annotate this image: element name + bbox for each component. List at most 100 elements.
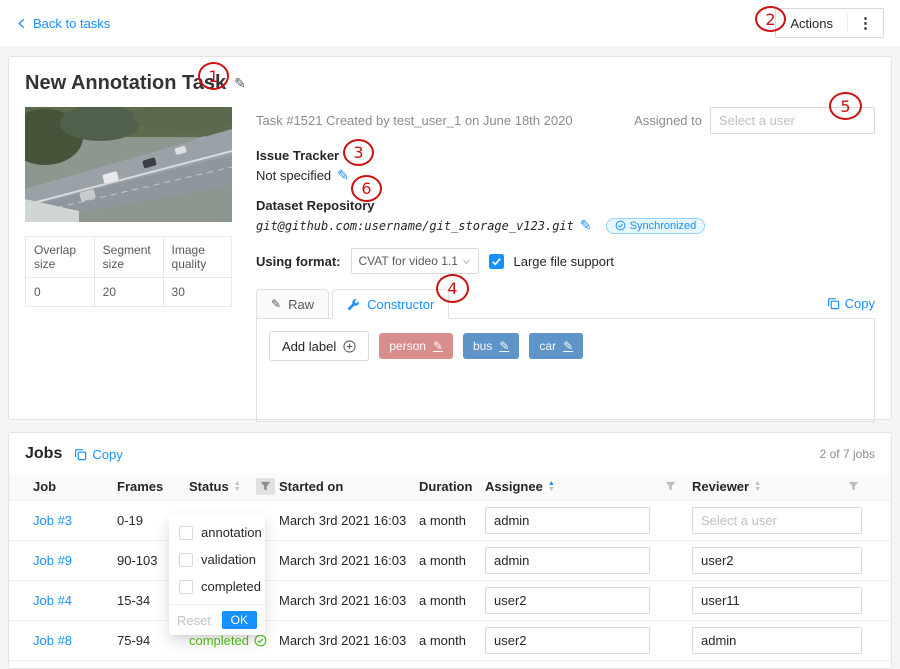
sync-badge-label: Synchronized xyxy=(630,220,697,232)
jobs-card: Jobs Copy 2 of 7 jobs Job Frames Status … xyxy=(8,432,892,669)
task-detail-card: New Annotation Task ✎ xyxy=(8,56,892,420)
job-reviewer-input[interactable] xyxy=(692,547,862,574)
column-header-started: Started on xyxy=(279,479,419,494)
large-file-label: Large file support xyxy=(514,254,614,269)
job-reviewer-input[interactable] xyxy=(692,587,862,614)
edit-title-icon[interactable]: ✎ xyxy=(234,75,246,92)
column-header-frames: Frames xyxy=(117,479,189,494)
tab-raw[interactable]: ✎ Raw xyxy=(256,289,329,319)
edit-label-icon[interactable]: ✎ xyxy=(563,339,573,353)
plus-circle-icon xyxy=(343,340,356,353)
job-started: March 3rd 2021 16:03 xyxy=(279,553,419,568)
status-filter-icon[interactable] xyxy=(256,478,275,495)
edit-repository-icon[interactable]: ✎ xyxy=(580,217,592,234)
tab-raw-label: Raw xyxy=(288,297,314,312)
job-link[interactable]: Job #4 xyxy=(33,593,72,608)
label-chip-name: car xyxy=(539,339,556,353)
param-header-segment: Segment size xyxy=(94,237,163,278)
job-duration: a month xyxy=(419,513,485,528)
job-link[interactable]: Job #8 xyxy=(33,633,72,648)
wrench-icon xyxy=(347,298,360,311)
using-format-label: Using format: xyxy=(256,254,341,269)
task-meta: Task #1521 Created by test_user_1 on Jun… xyxy=(256,113,573,128)
param-header-overlap: Overlap size xyxy=(26,237,95,278)
job-started: March 3rd 2021 16:03 xyxy=(279,633,419,648)
job-assignee-input[interactable] xyxy=(485,547,650,574)
filter-reset-button[interactable]: Reset xyxy=(177,613,211,628)
actions-label: Actions xyxy=(776,16,847,31)
sort-icon[interactable]: ▲▼ xyxy=(234,481,241,493)
format-selected-value: CVAT for video 1.1 xyxy=(359,254,458,268)
status-filter-dropdown: annotation validation completed Reset OK xyxy=(169,515,265,635)
actions-button[interactable]: Actions ⋮ xyxy=(775,8,884,38)
param-value-segment: 20 xyxy=(94,278,163,307)
job-link[interactable]: Job #3 xyxy=(33,513,72,528)
job-started: March 3rd 2021 16:03 xyxy=(279,513,419,528)
assigned-to-label: Assigned to xyxy=(634,113,702,128)
column-header-assignee[interactable]: Assignee ▲▼ xyxy=(485,478,692,495)
large-file-checkbox[interactable] xyxy=(489,254,504,269)
jobs-copy-button[interactable]: Copy xyxy=(74,447,122,462)
format-select[interactable]: CVAT for video 1.1 xyxy=(351,248,479,274)
column-header-status[interactable]: Status ▲▼ xyxy=(189,478,279,495)
tab-constructor[interactable]: Constructor xyxy=(332,289,449,319)
status-text: completed xyxy=(189,633,249,648)
column-header-duration: Duration xyxy=(419,479,485,494)
job-row: Job #4 15-34 March 3rd 2021 16:03 a mont… xyxy=(9,581,891,621)
edit-label-icon[interactable]: ✎ xyxy=(433,339,443,353)
job-status: completed xyxy=(189,633,267,648)
labels-copy-button[interactable]: Copy xyxy=(827,296,875,311)
jobs-table-header: Job Frames Status ▲▼ Started on Duration… xyxy=(9,473,891,501)
job-duration: a month xyxy=(419,593,485,608)
filter-option-completed[interactable]: completed xyxy=(169,573,265,600)
label-chip-person[interactable]: person ✎ xyxy=(379,333,453,359)
job-frames: 75-94 xyxy=(117,633,189,648)
filter-option-validation[interactable]: validation xyxy=(169,546,265,573)
label-chip-car[interactable]: car ✎ xyxy=(529,333,583,359)
label-chip-name: bus xyxy=(473,339,492,353)
column-header-reviewer[interactable]: Reviewer ▲▼ xyxy=(692,478,875,495)
copy-label: Copy xyxy=(845,296,875,311)
job-reviewer-input[interactable] xyxy=(692,627,862,654)
checkbox-unchecked[interactable] xyxy=(179,580,193,594)
filter-ok-button[interactable]: OK xyxy=(222,611,257,629)
tab-constructor-label: Constructor xyxy=(367,297,434,312)
more-dots-icon[interactable]: ⋮ xyxy=(847,14,883,32)
edit-issue-tracker-icon[interactable]: ✎ xyxy=(337,167,349,184)
job-assignee-input[interactable] xyxy=(485,507,650,534)
sort-icon[interactable]: ▲▼ xyxy=(548,481,555,493)
issue-tracker-value: Not specified xyxy=(256,168,331,183)
dataset-repository-label: Dataset Repository xyxy=(256,198,875,213)
add-label-text: Add label xyxy=(282,339,336,354)
column-header-job: Job xyxy=(33,479,117,494)
add-label-button[interactable]: Add label xyxy=(269,331,369,361)
reviewer-filter-icon[interactable] xyxy=(844,478,863,495)
checkbox-unchecked[interactable] xyxy=(179,526,193,540)
job-reviewer-input[interactable] xyxy=(692,507,862,534)
jobs-copy-label: Copy xyxy=(92,447,122,462)
checkbox-unchecked[interactable] xyxy=(179,553,193,567)
param-value-quality: 30 xyxy=(163,278,231,307)
task-title: New Annotation Task xyxy=(25,72,226,95)
sync-check-icon xyxy=(615,220,626,231)
filter-option-label: completed xyxy=(201,579,261,594)
task-assignee-input[interactable] xyxy=(710,107,875,134)
label-chip-bus[interactable]: bus ✎ xyxy=(463,333,519,359)
copy-icon xyxy=(827,297,840,310)
dataset-repository-url[interactable]: git@github.com:username/git_storage_v123… xyxy=(256,219,574,233)
column-label: Status xyxy=(189,479,229,494)
job-row: Job #8 75-94 completed March 3rd 2021 16… xyxy=(9,621,891,661)
job-link[interactable]: Job #9 xyxy=(33,553,72,568)
back-to-tasks-link[interactable]: Back to tasks xyxy=(16,16,110,31)
job-row: Job #9 90-103 March 3rd 2021 16:03 a mon… xyxy=(9,541,891,581)
filter-option-annotation[interactable]: annotation xyxy=(169,519,265,546)
sort-icon[interactable]: ▲▼ xyxy=(754,481,761,493)
assignee-filter-icon[interactable] xyxy=(661,478,680,495)
job-duration: a month xyxy=(419,553,485,568)
job-assignee-input[interactable] xyxy=(485,587,650,614)
edit-label-icon[interactable]: ✎ xyxy=(499,339,509,353)
param-value-overlap: 0 xyxy=(26,278,95,307)
job-row: Job #3 0-19 March 3rd 2021 16:03 a month xyxy=(9,501,891,541)
job-assignee-input[interactable] xyxy=(485,627,650,654)
copy-icon xyxy=(74,448,87,461)
